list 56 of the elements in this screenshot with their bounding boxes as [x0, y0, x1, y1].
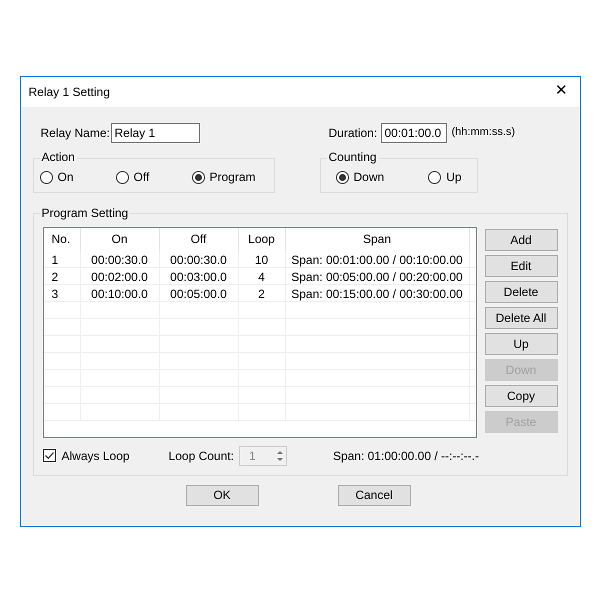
table-cell: 00:02:00.0: [91, 270, 148, 284]
radio-button[interactable]: [116, 170, 128, 184]
table-cell: 3: [52, 286, 58, 300]
duration-hint: (hh:mm:ss.s): [452, 125, 516, 140]
loop-count-label: Loop Count:: [168, 448, 234, 464]
dialog-button[interactable]: OK: [186, 484, 258, 506]
table-cell: Span: 00:01:00.00 / 00:10:00.00: [291, 252, 463, 266]
radio-button[interactable]: [428, 170, 442, 184]
radio-option[interactable]: Up: [428, 168, 462, 186]
check-icon: [44, 450, 54, 461]
action-button[interactable]: Copy: [484, 384, 558, 406]
close-button[interactable]: ✕: [552, 80, 572, 103]
table-row[interactable]: 3 00:10:00.0 00:05:00.0 2 Span: 00:15:00.00 / 00:30:00.00: [44, 284, 476, 302]
table-cell: 00:00:30.0: [170, 252, 227, 266]
radio-button[interactable]: [192, 170, 204, 184]
table-row[interactable]: 1 00:00:30.0 00:00:30.0 10 Span: 00:01:00.00 / 00:10:00.00: [44, 250, 476, 268]
radio-option[interactable]: Program: [192, 168, 256, 186]
counting-group-title: Counting: [326, 150, 379, 164]
table-cell: 1: [52, 252, 58, 266]
radio-option[interactable]: On: [40, 168, 90, 186]
radio-button[interactable]: [336, 170, 348, 184]
duration-field[interactable]: 00:01:00.0: [380, 122, 446, 142]
table-row[interactable]: 2 00:02:00.0 00:03:00.0 4 Span: 00:05:00.00 / 00:20:00.00: [44, 268, 476, 284]
always-loop-checkbox[interactable]: Always Loop: [42, 446, 130, 464]
action-group-title: Action: [40, 150, 77, 164]
table-cell: 4: [258, 270, 265, 284]
table-cell: 00:10:00.0: [91, 286, 148, 300]
radio-option[interactable]: Down: [336, 168, 384, 186]
column-header[interactable]: On: [80, 228, 160, 250]
program-setting-title: Program Setting: [40, 206, 130, 220]
column-header[interactable]: No.: [44, 228, 80, 250]
relay-name-label: Relay Name:: [40, 124, 110, 142]
column-header[interactable]: Span: [286, 228, 470, 250]
table-cell: 2: [52, 270, 58, 284]
dialog-button[interactable]: Cancel: [338, 484, 410, 506]
action-button[interactable]: Edit: [484, 254, 558, 276]
table-cell: Span: 00:15:00.00 / 00:30:00.00: [291, 286, 463, 300]
duration-label: Duration:: [328, 124, 378, 142]
relay-name-field[interactable]: Relay 1: [110, 122, 200, 142]
radio-button[interactable]: [40, 170, 52, 184]
table-cell: 10: [254, 252, 268, 266]
table-cell: Span: 00:05:00.00 / 00:20:00.00: [291, 270, 463, 284]
window-title: Relay 1 Setting: [28, 84, 110, 100]
table-cell: 2: [258, 286, 265, 300]
action-button[interactable]: Up: [484, 332, 558, 354]
checkbox[interactable]: [42, 449, 56, 462]
span-total: Span: 01:00:00.00 / --:--:--.-: [332, 448, 479, 464]
column-header[interactable]: Loop: [238, 228, 286, 250]
table-cell: 00:05:00.0: [170, 286, 227, 300]
action-button[interactable]: Delete: [484, 280, 558, 302]
action-button[interactable]: Add: [484, 228, 558, 250]
table-cell: 00:00:30.0: [91, 252, 148, 266]
radio-option[interactable]: Off: [116, 168, 166, 186]
table-cell: 00:03:00.0: [170, 270, 227, 284]
action-button[interactable]: Delete All: [484, 306, 558, 328]
column-header[interactable]: Off: [160, 228, 238, 250]
